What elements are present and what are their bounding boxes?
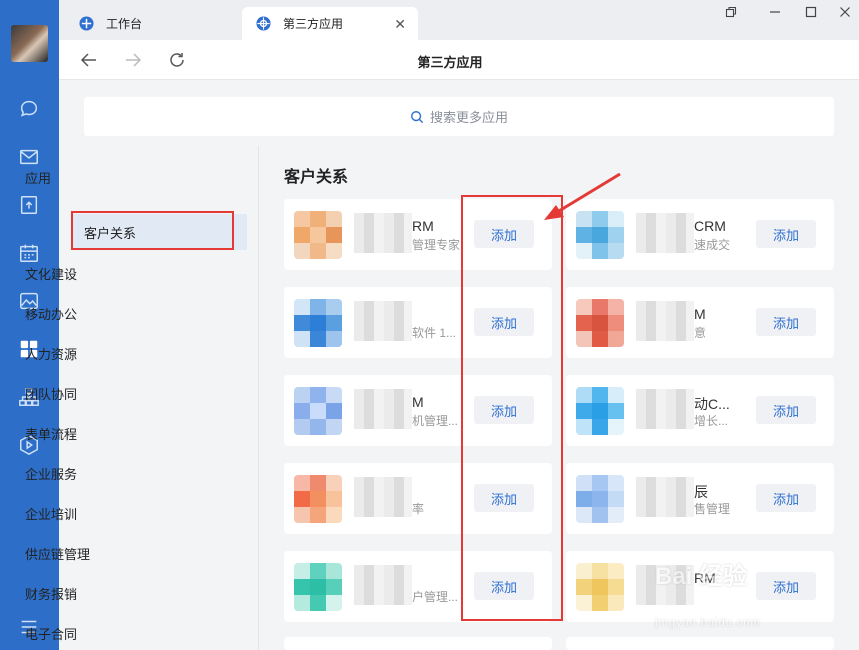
app-card[interactable]: 动C... 增长... 添加 <box>566 375 834 446</box>
tab-label: 工作台 <box>106 17 143 31</box>
calendar-icon[interactable] <box>15 239 43 267</box>
app-card[interactable]: 辰售管理 添加 <box>566 463 834 534</box>
search-input[interactable]: 搜索更多应用 <box>84 97 834 136</box>
app-logo <box>294 563 342 611</box>
app-card <box>566 637 834 650</box>
search-placeholder: 搜索更多应用 <box>429 110 508 125</box>
category-supply-chain[interactable]: 供应链管理 <box>25 544 90 563</box>
pixelated-region <box>354 213 412 253</box>
add-app-button[interactable]: 添加 <box>756 396 816 424</box>
page-title: 第三方应用 <box>417 55 483 70</box>
category-crm[interactable]: 客户关系 <box>73 214 247 250</box>
app-description: 户管理... <box>412 590 459 604</box>
app-logo <box>576 563 624 611</box>
app-card[interactable]: 户管理... 添加 <box>284 551 552 622</box>
category-forms[interactable]: 表单流程 <box>25 424 77 443</box>
watermark: Bai 经验 jingyan.baidu.com <box>655 556 845 636</box>
pixelated-region <box>636 213 694 253</box>
apps-tab-icon <box>256 16 271 31</box>
app-logo <box>294 211 342 259</box>
category-apps[interactable]: 应用 <box>25 168 51 187</box>
close-window-icon[interactable] <box>835 4 855 20</box>
app-card[interactable]: 率 添加 <box>284 463 552 534</box>
minimize-icon[interactable] <box>765 4 785 20</box>
upload-doc-icon[interactable] <box>15 191 43 219</box>
category-enterprise-service[interactable]: 企业服务 <box>25 464 77 483</box>
app-description: 软件 1... <box>412 326 457 340</box>
app-logo <box>576 475 624 523</box>
pixelated-region <box>354 301 412 341</box>
category-hr[interactable]: 人力资源 <box>25 344 77 363</box>
tab-label: 第三方应用 <box>283 17 344 31</box>
chat-icon[interactable] <box>15 95 43 123</box>
tab-bar: 工作台 第三方应用 ✕ <box>59 0 859 40</box>
app-name: 动C... <box>694 396 730 412</box>
app-card <box>284 637 552 650</box>
app-logo <box>294 475 342 523</box>
app-card[interactable]: M 意 添加 <box>566 287 834 358</box>
pin-window-icon[interactable] <box>721 4 741 20</box>
app-name: 辰 <box>694 484 708 500</box>
section-title: 客户关系 <box>284 169 349 186</box>
add-app-button[interactable]: 添加 <box>474 396 534 424</box>
red-arrow-icon <box>544 172 621 220</box>
app-name: RM <box>412 218 434 234</box>
app-card[interactable]: M 机管理... 添加 <box>284 375 552 446</box>
app-description: 售管理 <box>694 502 731 516</box>
pixelated-region <box>354 477 412 517</box>
add-app-button[interactable]: 添加 <box>474 308 534 336</box>
add-app-button[interactable]: 添加 <box>756 484 816 512</box>
app-description: 速成交 <box>694 238 731 252</box>
add-app-button[interactable]: 添加 <box>756 308 816 336</box>
category-culture[interactable]: 文化建设 <box>25 264 77 283</box>
app-description: 率 <box>412 502 425 516</box>
app-name: M <box>694 306 706 322</box>
mail-icon[interactable] <box>15 143 43 171</box>
nav-bar: 第三方应用 <box>59 40 859 80</box>
maximize-icon[interactable] <box>801 4 821 20</box>
app-description: 意 <box>694 326 707 340</box>
category-mobile-office[interactable]: 移动办公 <box>25 304 77 323</box>
add-app-button[interactable]: 添加 <box>474 220 534 248</box>
add-app-button[interactable]: 添加 <box>474 484 534 512</box>
app-description: 增长... <box>694 414 729 428</box>
category-finance[interactable]: 财务报销 <box>25 584 77 603</box>
pixelated-region <box>636 301 694 341</box>
pixelated-region <box>636 477 694 517</box>
tab-workbench[interactable]: 工作台 <box>65 7 241 40</box>
app-description: 管理专家 <box>412 238 461 252</box>
app-logo <box>576 387 624 435</box>
category-e-contract[interactable]: 电子合同 <box>25 624 77 643</box>
pixelated-region <box>354 565 412 605</box>
watermark-site: jingyan.baidu.com <box>655 617 761 629</box>
category-training[interactable]: 企业培训 <box>25 504 77 523</box>
pixelated-region <box>354 389 412 429</box>
tab-third-party-apps[interactable]: 第三方应用 ✕ <box>242 7 418 40</box>
add-app-button[interactable]: 添加 <box>756 220 816 248</box>
pixelated-region <box>636 389 694 429</box>
app-name: M <box>412 394 424 410</box>
app-logo <box>576 299 624 347</box>
app-description: 机管理... <box>412 414 459 428</box>
add-app-button[interactable]: 添加 <box>474 572 534 600</box>
app-card[interactable]: RM 管理专家 添加 <box>284 199 552 270</box>
search-icon <box>411 110 424 123</box>
app-card[interactable]: 软件 1... 添加 <box>284 287 552 358</box>
close-icon[interactable]: ✕ <box>394 16 406 33</box>
app-name: CRM <box>694 218 726 234</box>
category-team[interactable]: 团队协同 <box>25 384 77 403</box>
watermark-brand: Bai 经验 <box>655 563 748 590</box>
app-logo <box>294 299 342 347</box>
workbench-icon <box>79 16 94 31</box>
avatar[interactable] <box>11 25 48 62</box>
app-logo <box>294 387 342 435</box>
